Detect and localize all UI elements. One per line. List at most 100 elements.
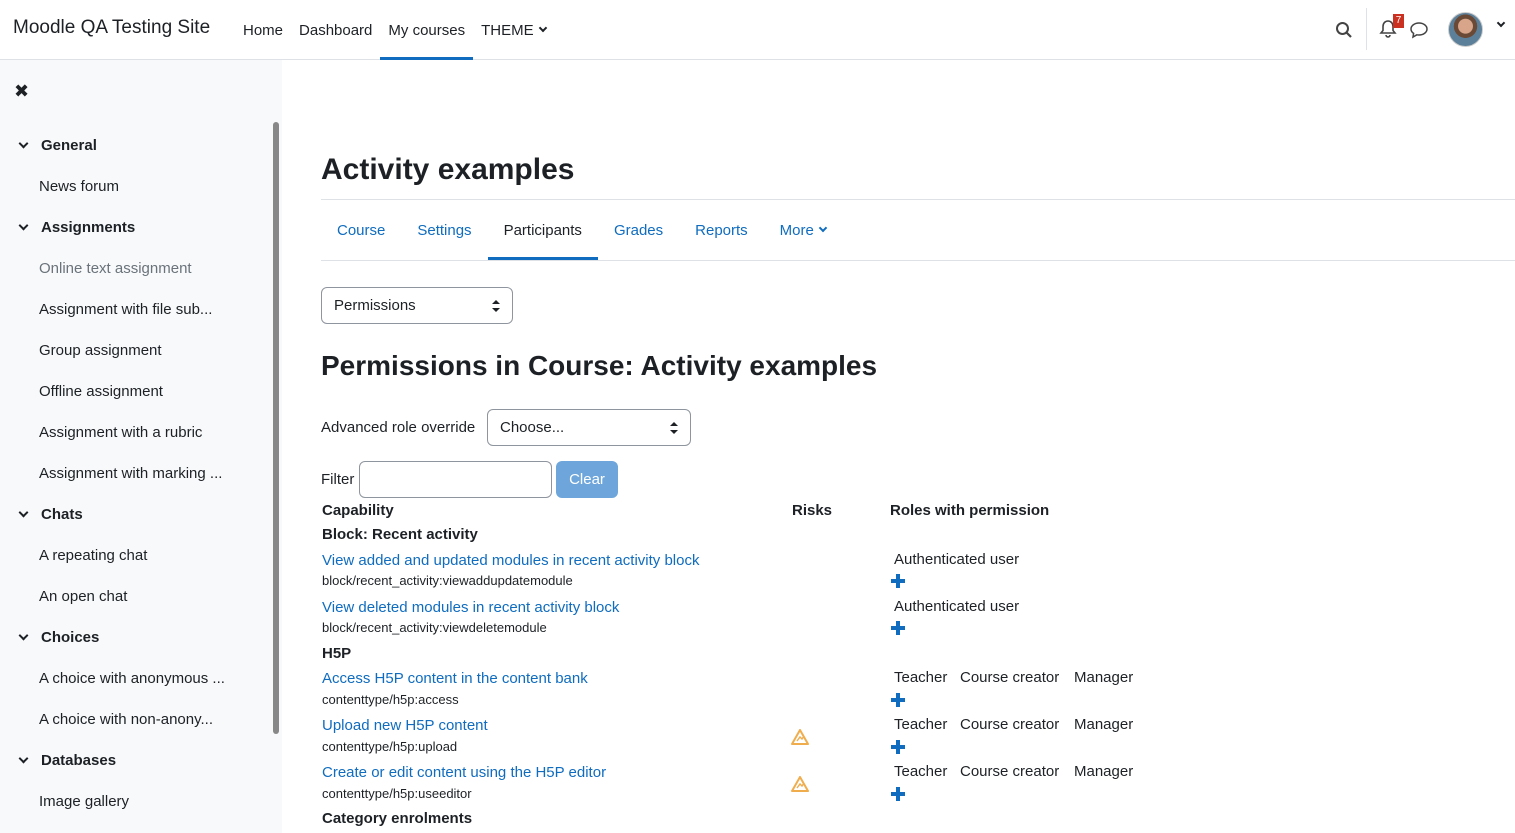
- tab-grades[interactable]: Grades: [598, 200, 679, 260]
- activity-item[interactable]: Group assignment: [39, 330, 162, 371]
- capability-name: contenttype/h5p:upload: [322, 739, 458, 754]
- activity-item[interactable]: Offline assignment: [39, 371, 163, 412]
- role-name: Manager: [1074, 716, 1134, 733]
- activity-item[interactable]: A choice with anonymous ...: [39, 658, 225, 699]
- add-role-icon[interactable]: [891, 787, 905, 801]
- capability-name: contenttype/h5p:useeditor: [322, 786, 472, 801]
- activity-item[interactable]: An open chat: [39, 576, 127, 617]
- nav-my-courses[interactable]: My courses: [380, 0, 473, 60]
- chevron-down-icon[interactable]: [18, 220, 29, 231]
- capability-name: block/recent_activity:viewdeletemodule: [322, 620, 547, 635]
- chevron-down-icon[interactable]: [1496, 18, 1506, 28]
- navbar-divider: [1366, 8, 1367, 50]
- add-role-icon[interactable]: [891, 621, 905, 635]
- course-secondary-navigation: Course Settings Participants Grades Repo…: [321, 200, 842, 260]
- chevron-down-icon: [818, 223, 828, 233]
- capability-group-heading: H5P: [322, 645, 352, 662]
- select-value: Choose...: [500, 419, 565, 436]
- role-name: Teacher: [894, 716, 948, 733]
- page-title: Activity examples: [321, 153, 575, 186]
- filter-label: Filter: [321, 471, 355, 488]
- add-role-icon[interactable]: [891, 740, 905, 754]
- section-label: General: [41, 137, 97, 154]
- role-name: Course creator: [960, 669, 1060, 686]
- course-index-drawer: ✖ General News forum Assignments Online …: [0, 60, 282, 833]
- role-name: Manager: [1074, 669, 1134, 686]
- chevron-down-icon[interactable]: [18, 507, 29, 518]
- capability-link[interactable]: Create or edit content using the H5P edi…: [322, 764, 606, 781]
- drawer-scrollbar[interactable]: [273, 122, 279, 734]
- column-header-roles: Roles with permission: [890, 502, 1050, 519]
- notification-count-badge: 7: [1393, 14, 1404, 28]
- add-role-icon[interactable]: [891, 693, 905, 707]
- section-label: Choices: [41, 629, 100, 646]
- top-navbar: Moodle QA Testing Site Home Dashboard My…: [0, 0, 1515, 60]
- column-header-capability: Capability: [322, 502, 394, 519]
- search-icon[interactable]: [1335, 21, 1353, 39]
- participants-page-select[interactable]: Permissions: [321, 287, 513, 324]
- section-databases[interactable]: Databases: [17, 740, 116, 781]
- risk-warning-icon: [791, 776, 809, 792]
- capability-name: block/recent_activity:viewaddupdatemodul…: [322, 573, 573, 588]
- nav-home[interactable]: Home: [235, 0, 291, 60]
- close-drawer-icon[interactable]: ✖: [14, 81, 29, 102]
- message-icon[interactable]: [1409, 20, 1429, 40]
- role-name: Teacher: [894, 763, 948, 780]
- chevron-down-icon: [538, 23, 547, 33]
- primary-navigation: Home Dashboard My courses THEME: [235, 0, 554, 60]
- capability-link[interactable]: Upload new H5P content: [322, 717, 488, 734]
- override-label: Advanced role override: [321, 419, 476, 436]
- select-arrows-icon: [670, 422, 678, 434]
- nav-theme[interactable]: THEME: [473, 0, 554, 60]
- activity-item[interactable]: News forum: [39, 166, 119, 207]
- section-general[interactable]: General: [17, 125, 97, 166]
- tab-more[interactable]: More: [764, 200, 842, 260]
- section-choices[interactable]: Choices: [17, 617, 99, 658]
- chevron-down-icon[interactable]: [18, 138, 29, 149]
- select-value: Permissions: [334, 297, 416, 314]
- capability-link[interactable]: View added and updated modules in recent…: [322, 552, 699, 569]
- select-arrows-icon: [492, 300, 500, 312]
- user-avatar[interactable]: [1448, 12, 1483, 47]
- nav-dashboard[interactable]: Dashboard: [291, 0, 380, 60]
- add-role-icon[interactable]: [891, 574, 905, 588]
- role-name: Course creator: [960, 716, 1060, 733]
- role-name: Authenticated user: [894, 551, 1020, 568]
- section-assignments[interactable]: Assignments: [17, 207, 135, 248]
- activity-item[interactable]: A choice with non-anony...: [39, 699, 213, 740]
- tab-participants[interactable]: Participants: [487, 200, 599, 260]
- capability-link[interactable]: Access H5P content in the content bank: [322, 670, 588, 687]
- chevron-down-icon[interactable]: [18, 753, 29, 764]
- capability-group-heading: Category enrolments: [322, 810, 473, 827]
- activity-item[interactable]: Assignment with file sub...: [39, 289, 212, 330]
- role-name: Manager: [1074, 763, 1134, 780]
- tab-reports[interactable]: Reports: [679, 200, 764, 260]
- capability-link[interactable]: View deleted modules in recent activity …: [322, 599, 619, 616]
- filter-input[interactable]: [359, 461, 552, 498]
- activity-item[interactable]: Image gallery: [39, 781, 129, 822]
- activity-item[interactable]: Online text assignment: [39, 248, 192, 289]
- activity-item[interactable]: Assignment with a rubric: [39, 412, 202, 453]
- role-name: Course creator: [960, 763, 1060, 780]
- nav-theme-label: THEME: [481, 21, 534, 39]
- advanced-role-override-select[interactable]: Choose...: [487, 409, 691, 446]
- site-name[interactable]: Moodle QA Testing Site: [13, 17, 210, 39]
- tab-more-label: More: [779, 221, 814, 239]
- tab-settings[interactable]: Settings: [401, 200, 487, 260]
- section-chats[interactable]: Chats: [17, 494, 83, 535]
- capability-group-heading: Block: Recent activity: [322, 526, 478, 543]
- section-label: Databases: [41, 752, 117, 769]
- divider: [321, 260, 1515, 261]
- capability-name: contenttype/h5p:access: [322, 692, 459, 707]
- chevron-down-icon[interactable]: [18, 630, 29, 641]
- section-label: Assignments: [41, 219, 136, 236]
- permissions-heading: Permissions in Course: Activity examples: [321, 350, 878, 381]
- activity-item[interactable]: A repeating chat: [39, 535, 147, 576]
- tab-course[interactable]: Course: [321, 200, 401, 260]
- role-name: Teacher: [894, 669, 948, 686]
- column-header-risks: Risks: [792, 502, 833, 519]
- role-name: Authenticated user: [894, 598, 1020, 615]
- risk-warning-icon: [791, 729, 809, 745]
- activity-item[interactable]: Assignment with marking ...: [39, 453, 222, 494]
- clear-button[interactable]: Clear: [556, 461, 618, 498]
